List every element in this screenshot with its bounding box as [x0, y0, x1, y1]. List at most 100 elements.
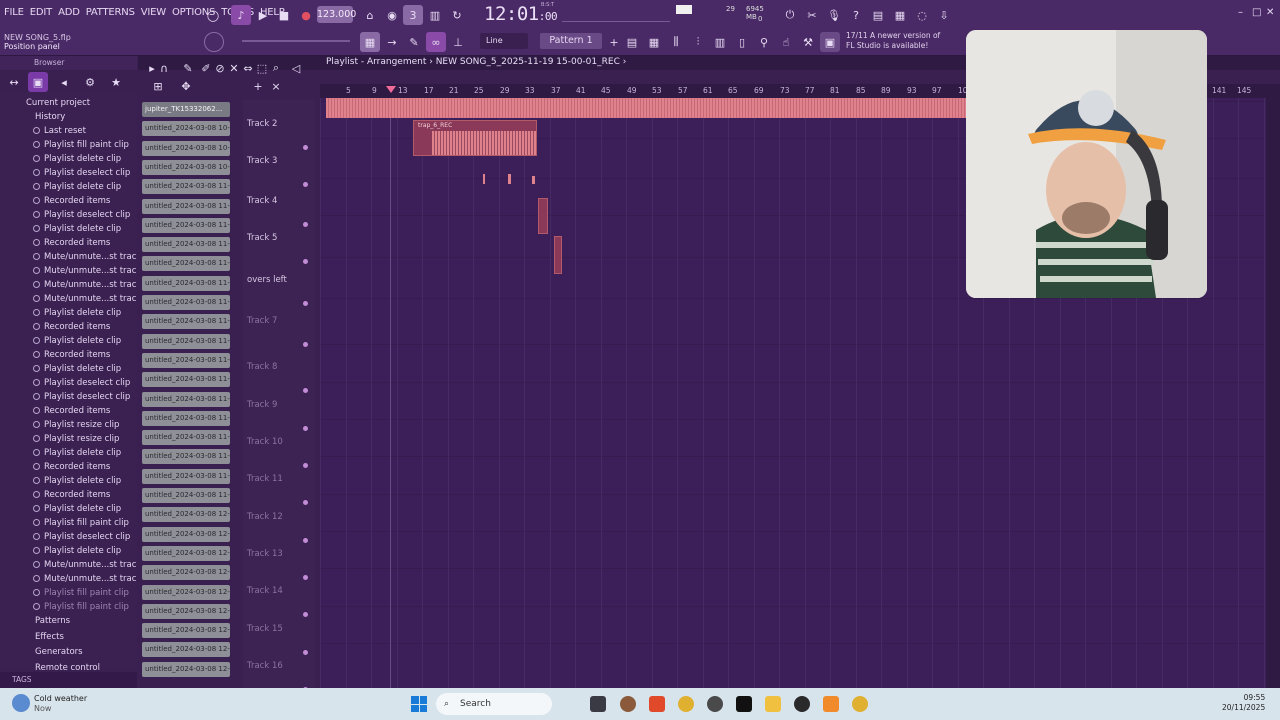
plugin-database-icon[interactable]: ▥: [710, 32, 730, 52]
chrome-icon[interactable]: [678, 696, 694, 712]
chat-icon[interactable]: ◌: [912, 5, 932, 25]
playback-icon[interactable]: ◁: [286, 58, 306, 78]
pattern-selector[interactable]: Pattern 1: [540, 33, 602, 49]
zoom-icon[interactable]: ⌕: [266, 58, 286, 78]
add-track-icon[interactable]: +: [248, 76, 268, 96]
clip-fragment[interactable]: [508, 174, 511, 184]
brave-icon[interactable]: [649, 696, 665, 712]
current-project-folder[interactable]: Current project: [26, 96, 90, 110]
track-name[interactable]: Track 10: [247, 437, 283, 447]
track-mute-toggle[interactable]: [303, 575, 308, 580]
tempo-display[interactable]: 123.000: [317, 6, 356, 23]
system-clock[interactable]: 09:55 20/11/2025: [1222, 693, 1265, 713]
browser-icon[interactable]: ⫶: [688, 32, 708, 52]
picker-clip[interactable]: untitled_2024-03-08 12-...: [142, 603, 230, 619]
picker-clip[interactable]: untitled_2024-03-08 11-...: [142, 468, 230, 484]
history-item[interactable]: Playlist fill paint clip: [33, 600, 129, 614]
tiktok-icon[interactable]: [736, 696, 752, 712]
link-icon[interactable]: ∞: [426, 32, 446, 52]
track-name[interactable]: Track 8: [247, 362, 277, 372]
arrow-icon[interactable]: →: [382, 32, 402, 52]
fl-studio-icon[interactable]: [823, 696, 839, 712]
taskbar-search[interactable]: ⌕ Search: [436, 693, 552, 715]
track-mute-toggle[interactable]: [303, 463, 308, 468]
track-mute-toggle[interactable]: [303, 182, 308, 187]
history-item[interactable]: Playlist deselect clip: [33, 376, 130, 390]
menu-item[interactable]: ADD: [58, 7, 80, 18]
touch-icon[interactable]: ☝: [776, 32, 796, 52]
update-notice[interactable]: 17/11 A newer version of FL Studio is av…: [846, 31, 940, 51]
history-item[interactable]: Playlist delete clip: [33, 446, 121, 460]
snap-select[interactable]: Line: [480, 33, 528, 49]
track-mute-toggle[interactable]: [303, 426, 308, 431]
track-name[interactable]: Track 13: [247, 549, 283, 559]
hint-icon[interactable]: ◯: [203, 5, 223, 25]
plugin-icon[interactable]: ▦: [890, 5, 910, 25]
add-pattern-icon[interactable]: +: [604, 32, 624, 52]
picker-clip[interactable]: untitled_2024-03-08 11-...: [142, 217, 230, 233]
picker-clip[interactable]: untitled_2024-03-08 11-...: [142, 314, 230, 330]
playlist-icon[interactable]: ▤: [622, 32, 642, 52]
track-name[interactable]: Track 16: [247, 661, 283, 671]
piano-roll-icon[interactable]: ▦: [360, 32, 380, 52]
song-mode-icon[interactable]: ♪: [231, 5, 251, 25]
picker-clip[interactable]: untitled_2024-03-08 11-...: [142, 449, 230, 465]
play-button[interactable]: ▶: [253, 5, 273, 25]
app-icon-1[interactable]: [620, 696, 636, 712]
picker-clip[interactable]: untitled_2024-03-08 12-...: [142, 565, 230, 581]
history-item[interactable]: Playlist delete clip: [33, 306, 121, 320]
history-item[interactable]: Playlist delete clip: [33, 544, 121, 558]
history-item[interactable]: Playlist delete clip: [33, 222, 121, 236]
help-icon[interactable]: ?: [846, 5, 866, 25]
picker-clip[interactable]: untitled_2024-03-08 11-...: [142, 237, 230, 253]
picker-clip[interactable]: untitled_2024-03-08 12-...: [142, 507, 230, 523]
plug-icon[interactable]: ⚲: [754, 32, 774, 52]
track-name[interactable]: Track 4: [247, 196, 277, 206]
history-item[interactable]: Recorded items: [33, 404, 110, 418]
history-item[interactable]: Playlist deselect clip: [33, 390, 130, 404]
app-icon-2[interactable]: [707, 696, 723, 712]
tags-bar[interactable]: TAGS: [0, 672, 137, 688]
picker-clip[interactable]: untitled_2024-03-08 12-...: [142, 661, 230, 677]
record-button[interactable]: ●: [296, 5, 316, 25]
history-item[interactable]: Mute/unmute...st track(s): [33, 572, 137, 586]
stamp-icon[interactable]: ⊥: [448, 32, 468, 52]
playhead-marker[interactable]: [386, 86, 396, 93]
history-item[interactable]: Playlist fill paint clip: [33, 138, 129, 152]
task-view-icon[interactable]: [590, 696, 606, 712]
track-mute-toggle[interactable]: [303, 342, 308, 347]
start-icon[interactable]: [411, 696, 427, 712]
history-item[interactable]: Recorded items: [33, 348, 110, 362]
track-name[interactable]: Track 5: [247, 233, 277, 243]
track-name[interactable]: Track 14: [247, 586, 283, 596]
history-item[interactable]: Last reset: [33, 124, 86, 138]
draw-icon[interactable]: ✎: [178, 58, 198, 78]
microphone-icon[interactable]: 🎙: [824, 5, 844, 25]
history-item[interactable]: Playlist delete clip: [33, 152, 121, 166]
picker-clip[interactable]: untitled_2024-03-08 11-...: [142, 430, 230, 446]
track-name[interactable]: Track 7: [247, 316, 277, 326]
history-item[interactable]: Playlist resize clip: [33, 418, 119, 432]
track-mute-toggle[interactable]: [303, 145, 308, 150]
store-icon[interactable]: ▣: [820, 32, 840, 52]
picker-clip[interactable]: untitled_2024-03-08 12-...: [142, 623, 230, 639]
picker-clip[interactable]: untitled_2024-03-08 11-...: [142, 391, 230, 407]
track-mute-toggle[interactable]: [303, 388, 308, 393]
audio-clip-trap[interactable]: trap_6_REC: [413, 120, 537, 156]
metronome-icon[interactable]: ⌂: [360, 5, 380, 25]
history-item[interactable]: Playlist delete clip: [33, 362, 121, 376]
save-icon[interactable]: ▤: [868, 5, 888, 25]
audio-clip-main[interactable]: [326, 98, 966, 118]
picker-clip[interactable]: jupiter_TK15332062...: [142, 102, 230, 117]
main-volume-knob[interactable]: [204, 32, 224, 52]
history-item[interactable]: Recorded items: [33, 460, 110, 474]
track-name[interactable]: Track 12: [247, 512, 283, 522]
history-item[interactable]: Mute/unmute...st track(s): [33, 292, 137, 306]
track-mute-toggle[interactable]: [303, 650, 308, 655]
track-mute-toggle[interactable]: [303, 301, 308, 306]
audio-clip-track4[interactable]: [538, 198, 548, 234]
picker-clip[interactable]: untitled_2024-03-08 11-...: [142, 179, 230, 195]
power-icon[interactable]: ⏻: [780, 5, 800, 25]
track-name[interactable]: Track 3: [247, 156, 277, 166]
picker-clip[interactable]: untitled_2024-03-08 11-...: [142, 333, 230, 349]
